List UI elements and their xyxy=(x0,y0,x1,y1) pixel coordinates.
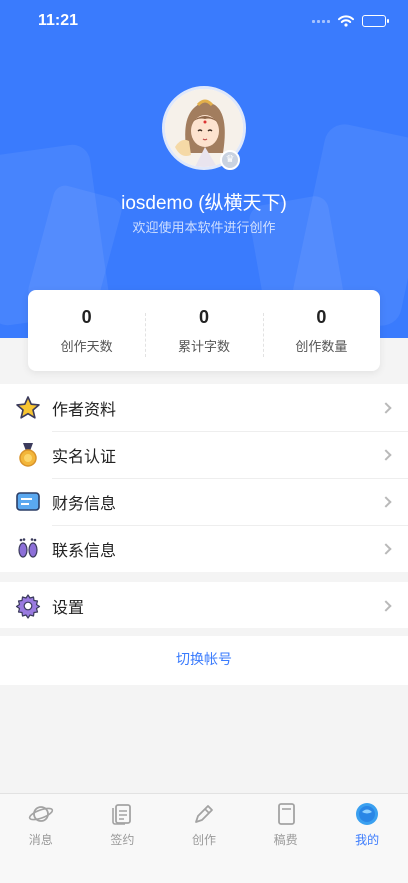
menu-item-settings[interactable]: 设置 xyxy=(0,582,408,628)
stat-value: 0 xyxy=(198,306,209,327)
menu-item-identity-verification[interactable]: 实名认证 xyxy=(0,431,408,478)
tab-bar: 消息 签约 创作 稿费 我的 xyxy=(0,793,408,883)
tab-create[interactable]: 创作 xyxy=(163,794,245,883)
tab-royalties[interactable]: 稿费 xyxy=(245,794,327,883)
tab-label: 稿费 xyxy=(273,833,298,847)
medal-icon xyxy=(19,443,37,467)
crown-badge-icon: ♛ xyxy=(220,150,240,170)
stat-label: 累计字数 xyxy=(177,339,230,355)
footprints-icon xyxy=(18,538,38,558)
status-bar: 11:21 xyxy=(0,0,408,44)
menu-item-label: 财务信息 xyxy=(52,493,117,513)
tab-label: 创作 xyxy=(191,833,216,847)
status-icons xyxy=(312,15,389,27)
tab-mine[interactable]: 我的 xyxy=(326,794,408,883)
profile-circle-icon xyxy=(356,803,379,825)
menu-item-contact-info[interactable]: 联系信息 xyxy=(0,525,408,572)
stat-label: 创作数量 xyxy=(295,339,348,355)
stat-total-words[interactable]: 0 累计字数 xyxy=(145,306,262,357)
menu-item-author-profile[interactable]: 作者资料 xyxy=(0,384,408,431)
switch-account-button[interactable]: 切换帐号 xyxy=(0,636,408,685)
tab-label: 我的 xyxy=(355,833,380,847)
contract-icon xyxy=(112,804,132,825)
status-time: 11:21 xyxy=(38,12,79,29)
pen-icon xyxy=(195,805,213,823)
chevron-right-icon xyxy=(380,448,392,461)
gear-icon xyxy=(15,594,41,619)
book-icon xyxy=(277,803,295,825)
signal-icon xyxy=(312,19,330,23)
tab-messages[interactable]: 消息 xyxy=(0,794,82,883)
wifi-icon xyxy=(338,15,354,27)
stat-value: 0 xyxy=(81,306,92,327)
stats-card: 0 创作天数 0 累计字数 0 创作数量 xyxy=(28,290,380,371)
menu-item-label: 联系信息 xyxy=(52,540,117,560)
stat-value: 0 xyxy=(316,306,327,327)
stat-writing-days[interactable]: 0 创作天数 xyxy=(28,307,145,355)
profile-menu: 作者资料 实名认证 财务信息 联系信息 xyxy=(0,384,408,572)
chevron-right-icon xyxy=(380,495,392,508)
planet-icon xyxy=(28,806,53,822)
menu-item-finance-info[interactable]: 财务信息 xyxy=(0,478,408,525)
menu-item-label: 作者资料 xyxy=(52,399,117,419)
settings-label: 设置 xyxy=(52,597,85,617)
finance-card-icon xyxy=(16,492,40,511)
star-icon xyxy=(16,396,40,419)
tab-label: 消息 xyxy=(28,833,53,847)
stat-works-count[interactable]: 0 创作数量 xyxy=(262,306,380,357)
chevron-right-icon xyxy=(380,401,392,414)
tab-contract[interactable]: 签约 xyxy=(82,794,164,883)
chevron-right-icon xyxy=(380,599,392,612)
battery-icon xyxy=(362,15,389,27)
stat-label: 创作天数 xyxy=(60,339,113,355)
tab-label: 签约 xyxy=(110,833,135,847)
welcome-text: 欢迎使用本软件进行创作 xyxy=(132,221,276,236)
chevron-right-icon xyxy=(380,542,392,555)
menu-item-label: 实名认证 xyxy=(52,446,117,466)
settings-row[interactable]: 设置 xyxy=(0,582,408,629)
username: iosdemo (纵横天下) xyxy=(121,193,287,214)
